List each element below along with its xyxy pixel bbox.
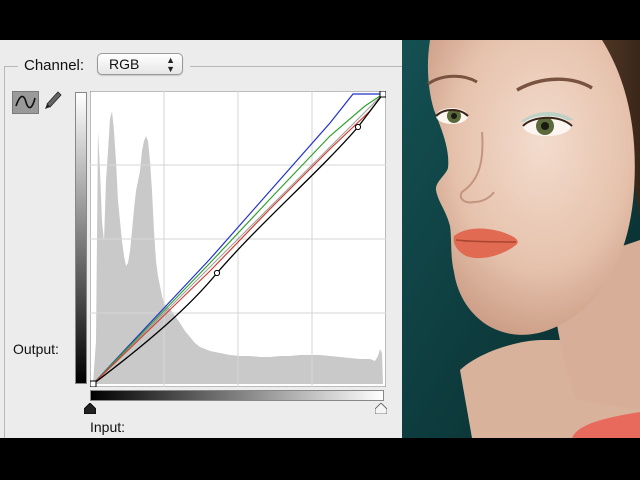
curve-control-point[interactable]: [379, 91, 386, 98]
portrait-photo: [402, 40, 640, 438]
curves-panel: Channel: RGB ▲ ▼ Output: Input:: [0, 40, 402, 438]
channel-select-value: RGB: [109, 56, 140, 72]
input-label: Input:: [90, 419, 126, 435]
group-border: [190, 66, 402, 67]
curves-graph[interactable]: [90, 91, 386, 387]
group-border: [4, 66, 5, 438]
channel-label: Channel:: [24, 57, 85, 74]
curve-control-point[interactable]: [354, 123, 362, 131]
curve-control-point[interactable]: [213, 269, 221, 277]
curve-control-point[interactable]: [90, 380, 97, 387]
group-border: [4, 66, 18, 67]
pencil-tool-button[interactable]: [43, 90, 63, 114]
input-gradient-bar: [90, 390, 384, 401]
curve-tool-button[interactable]: [12, 91, 39, 114]
select-arrows-icon: ▲ ▼: [166, 55, 175, 74]
output-gradient-bar: [75, 92, 87, 384]
channel-select[interactable]: RGB ▲ ▼: [97, 53, 183, 75]
output-label: Output:: [13, 341, 59, 357]
white-point-slider[interactable]: [375, 403, 387, 414]
pencil-icon: [45, 91, 62, 109]
black-point-slider[interactable]: [84, 403, 96, 414]
curve-tool-icon: [15, 95, 36, 109]
